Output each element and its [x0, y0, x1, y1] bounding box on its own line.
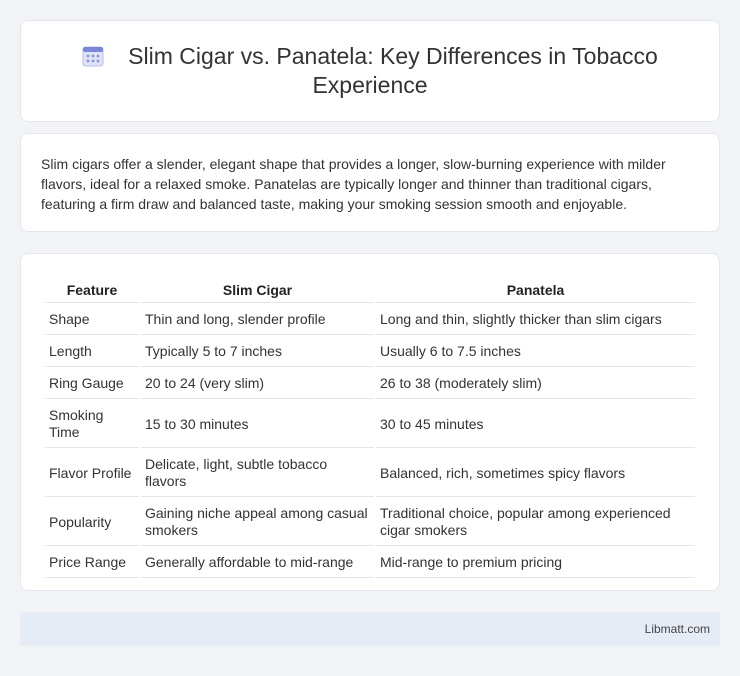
- page-title: Slim Cigar vs. Panatela: Key Differences…: [61, 42, 679, 100]
- intro-card: Slim cigars offer a slender, elegant sha…: [20, 133, 720, 232]
- header-slim-cigar: Slim Cigar: [141, 278, 374, 303]
- page-title-text: Slim Cigar vs. Panatela: Key Differences…: [128, 43, 658, 98]
- header-feature: Feature: [45, 278, 139, 303]
- header-panatela: Panatela: [376, 278, 695, 303]
- comparison-card: Feature Slim Cigar Panatela Shape Thin a…: [20, 253, 720, 591]
- panatela-cell: 30 to 45 minutes: [376, 401, 695, 448]
- panatela-cell: 26 to 38 (moderately slim): [376, 369, 695, 399]
- panatela-cell: Mid-range to premium pricing: [376, 548, 695, 578]
- feature-cell: Smoking Time: [45, 401, 139, 448]
- feature-cell: Popularity: [45, 499, 139, 546]
- panatela-cell: Long and thin, slightly thicker than sli…: [376, 305, 695, 335]
- slim-cigar-cell: Generally affordable to mid-range: [141, 548, 374, 578]
- table-header-row: Feature Slim Cigar Panatela: [45, 278, 695, 303]
- slim-cigar-cell: 20 to 24 (very slim): [141, 369, 374, 399]
- panatela-cell: Usually 6 to 7.5 inches: [376, 337, 695, 367]
- table-row: Ring Gauge 20 to 24 (very slim) 26 to 38…: [45, 369, 695, 399]
- calendar-icon: [82, 45, 104, 67]
- table-row: Popularity Gaining niche appeal among ca…: [45, 499, 695, 546]
- feature-cell: Ring Gauge: [45, 369, 139, 399]
- slim-cigar-cell: Typically 5 to 7 inches: [141, 337, 374, 367]
- footer-site-link[interactable]: Libmatt.com: [645, 622, 710, 636]
- table-row: Length Typically 5 to 7 inches Usually 6…: [45, 337, 695, 367]
- panatela-cell: Traditional choice, popular among experi…: [376, 499, 695, 546]
- header-card: Slim Cigar vs. Panatela: Key Differences…: [20, 20, 720, 122]
- comparison-table: Feature Slim Cigar Panatela Shape Thin a…: [43, 276, 697, 580]
- slim-cigar-cell: Thin and long, slender profile: [141, 305, 374, 335]
- slim-cigar-cell: 15 to 30 minutes: [141, 401, 374, 448]
- table-row: Shape Thin and long, slender profile Lon…: [45, 305, 695, 335]
- intro-text: Slim cigars offer a slender, elegant sha…: [41, 156, 666, 212]
- table-row: Price Range Generally affordable to mid-…: [45, 548, 695, 578]
- feature-cell: Flavor Profile: [45, 450, 139, 497]
- feature-cell: Price Range: [45, 548, 139, 578]
- slim-cigar-cell: Gaining niche appeal among casual smoker…: [141, 499, 374, 546]
- panatela-cell: Balanced, rich, sometimes spicy flavors: [376, 450, 695, 497]
- feature-cell: Length: [45, 337, 139, 367]
- footer: Libmatt.com: [20, 612, 720, 646]
- slim-cigar-cell: Delicate, light, subtle tobacco flavors: [141, 450, 374, 497]
- table-row: Smoking Time 15 to 30 minutes 30 to 45 m…: [45, 401, 695, 448]
- table-row: Flavor Profile Delicate, light, subtle t…: [45, 450, 695, 497]
- feature-cell: Shape: [45, 305, 139, 335]
